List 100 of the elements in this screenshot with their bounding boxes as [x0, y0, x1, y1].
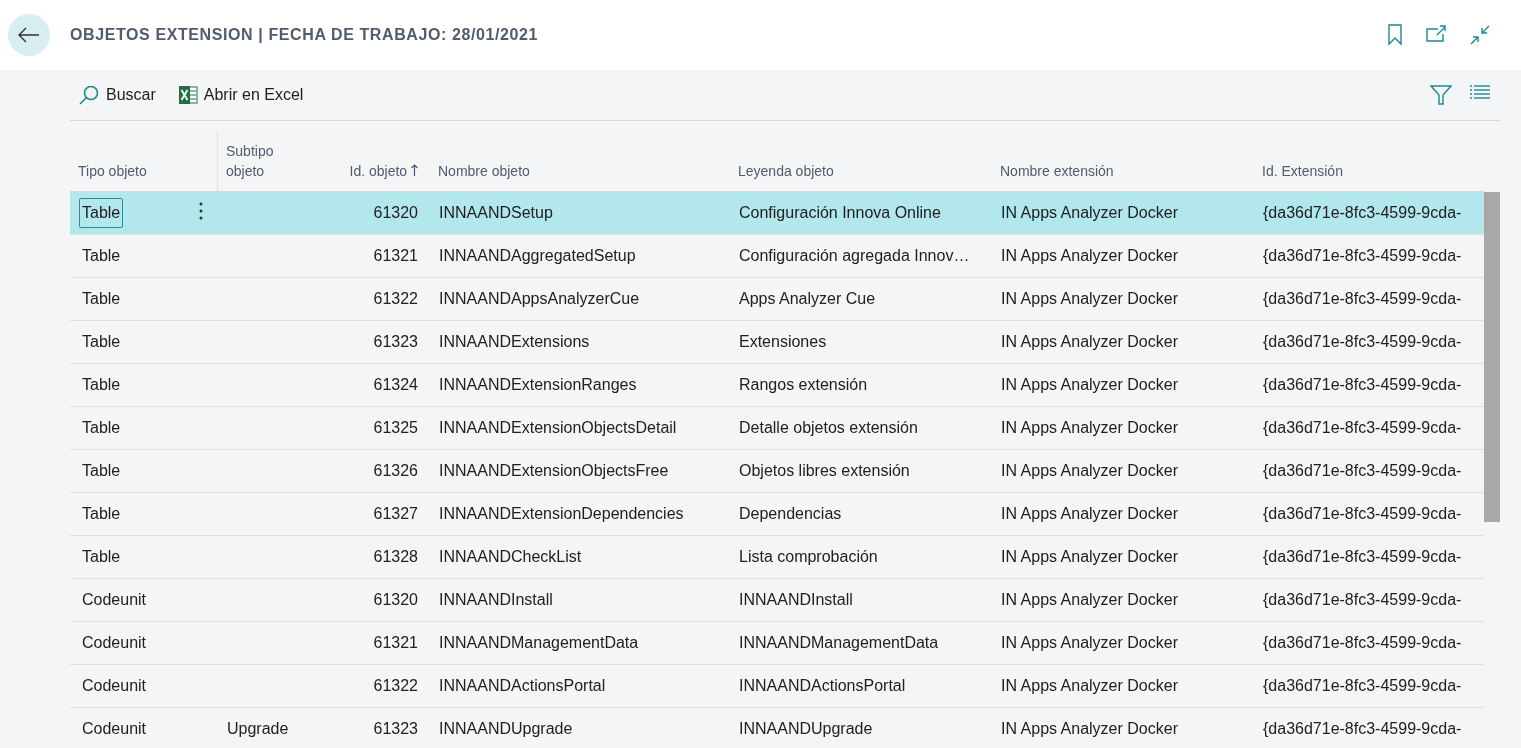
- table-cell-text: Codeunit: [81, 590, 148, 610]
- table-cell: Table: [79, 198, 124, 228]
- table-cell: IN Apps Analyzer Docker: [1001, 290, 1178, 307]
- table-cell: INNAANDInstall: [739, 591, 853, 608]
- table-cell: INNAANDManagementData: [439, 634, 639, 651]
- table-cell: 61328: [373, 548, 418, 565]
- table-cell: 61327: [373, 505, 418, 522]
- search-icon: [78, 84, 100, 106]
- table-cell-text: Table: [81, 504, 122, 524]
- table-row[interactable]: Table 61325 INNAANDExtensionObjectsDetail Detalle objetos extensión IN Apps Analyzer Docker {da36d71e-8fc3-4599-9cda-: [70, 407, 1484, 450]
- table-cell: Lista comprobación: [739, 548, 878, 565]
- table-cell: Upgrade: [227, 720, 289, 737]
- table-row[interactable]: Codeunit 61322 INNAANDActionsPortal INNAANDActionsPortal IN Apps Analyzer Docker {da36d71e-8fc3-4599-9cda-: [70, 665, 1484, 708]
- table-row[interactable]: Table 61320 INNAANDSetup Configuración Innova Online IN Apps Analyzer Docker {da36d71e-8fc3-4599-9cda-: [70, 192, 1484, 235]
- table-cell: {da36d71e-8fc3-4599-9cda-: [1263, 591, 1462, 608]
- table-cell: IN Apps Analyzer Docker: [1001, 419, 1178, 436]
- table-cell: INNAANDSetup: [439, 204, 553, 221]
- back-arrow-icon: [18, 27, 40, 43]
- table-cell: 61323: [373, 333, 418, 350]
- table-cell: 61326: [373, 462, 418, 479]
- table-cell: {da36d71e-8fc3-4599-9cda-: [1263, 677, 1462, 694]
- search-action[interactable]: Buscar: [70, 84, 164, 106]
- table-cell: INNAANDUpgrade: [739, 720, 873, 737]
- bookmark-icon[interactable]: [1387, 24, 1403, 46]
- excel-action[interactable]: Abrir en Excel: [169, 85, 312, 105]
- table-cell: 61320: [373, 591, 418, 608]
- table-cell-text: Table: [81, 547, 122, 567]
- table-cell-text: Table: [81, 289, 122, 309]
- table-cell-text: Table: [81, 332, 122, 352]
- table-row[interactable]: Table 61324 INNAANDExtensionRanges Rangos extensión IN Apps Analyzer Docker {da36d71e-8fc3-4599-9cda-: [70, 364, 1484, 407]
- table-cell: INNAANDExtensionObjectsDetail: [439, 419, 677, 436]
- table-cell: INNAANDExtensions: [439, 333, 590, 350]
- table-cell: Extensiones: [739, 333, 827, 350]
- table-cell: INNAANDActionsPortal: [439, 677, 606, 694]
- column-header[interactable]: Leyenda objeto: [738, 161, 834, 181]
- table-cell: IN Apps Analyzer Docker: [1001, 720, 1178, 737]
- column-header[interactable]: Subtipo objeto: [226, 141, 312, 181]
- table-row[interactable]: Table 61321 INNAANDAggregatedSetup Configuración agregada Innov… IN Apps Analyzer Docker {da36d71e-8fc3-4599-9cda-: [70, 235, 1484, 278]
- table-cell: Dependencias: [739, 505, 842, 522]
- table-cell-text: Codeunit: [81, 719, 148, 739]
- table-row[interactable]: Codeunit 61320 INNAANDInstall INNAANDInstall IN Apps Analyzer Docker {da36d71e-8fc3-4599-9cda-: [70, 579, 1484, 622]
- table-cell: {da36d71e-8fc3-4599-9cda-: [1263, 505, 1462, 522]
- table-cell: IN Apps Analyzer Docker: [1001, 204, 1178, 221]
- table-cell: {da36d71e-8fc3-4599-9cda-: [1263, 548, 1462, 565]
- table-cell-text: Table: [81, 461, 122, 481]
- table-cell: {da36d71e-8fc3-4599-9cda-: [1263, 290, 1462, 307]
- table-cell: IN Apps Analyzer Docker: [1001, 677, 1178, 694]
- table-row[interactable]: Table 61322 INNAANDAppsAnalyzerCue Apps Analyzer Cue IN Apps Analyzer Docker {da36d71e-8fc3-4599-9cda-: [70, 278, 1484, 321]
- table-row[interactable]: Table 61323 INNAANDExtensions Extensiones IN Apps Analyzer Docker {da36d71e-8fc3-4599-9cda-: [70, 321, 1484, 364]
- column-header[interactable]: Nombre objeto: [438, 161, 530, 181]
- column-header[interactable]: Id. objeto: [349, 161, 408, 181]
- table-cell: 61322: [373, 677, 418, 694]
- table-cell: INNAANDAggregatedSetup: [439, 247, 636, 264]
- sort-arrow-icon: [411, 164, 418, 176]
- window-title: OBJETOS EXTENSION | FECHA DE TRABAJO: 28/01/2021: [70, 26, 540, 44]
- back-button[interactable]: [8, 14, 50, 56]
- spreadsheet-icon: [177, 85, 198, 105]
- table-cell: {da36d71e-8fc3-4599-9cda-: [1263, 376, 1462, 393]
- table-cell: IN Apps Analyzer Docker: [1001, 376, 1178, 393]
- collapse-icon[interactable]: [1469, 24, 1491, 46]
- table-cell: Configuración Innova Online: [739, 204, 941, 221]
- table-cell: IN Apps Analyzer Docker: [1001, 634, 1178, 651]
- table-cell: {da36d71e-8fc3-4599-9cda-: [1263, 419, 1462, 436]
- table-cell: 61323: [373, 720, 418, 737]
- table-cell: IN Apps Analyzer Docker: [1001, 462, 1178, 479]
- table-cell: {da36d71e-8fc3-4599-9cda-: [1263, 204, 1462, 221]
- table-cell: {da36d71e-8fc3-4599-9cda-: [1263, 720, 1462, 737]
- table-cell: 61322: [373, 290, 418, 307]
- column-header[interactable]: Id. Extensión: [1262, 161, 1343, 181]
- filter-icon[interactable]: [1430, 84, 1452, 106]
- scrollbar-thumb[interactable]: [1484, 192, 1500, 522]
- table-row[interactable]: Codeunit 61321 INNAANDManagementData INNAANDManagementData IN Apps Analyzer Docker {da36d71e-8fc3-4599-9cda-: [70, 622, 1484, 665]
- table-cell: IN Apps Analyzer Docker: [1001, 548, 1178, 565]
- table-row[interactable]: Table 61326 INNAANDExtensionObjectsFree Objetos libres extensión IN Apps Analyzer Docker {da36d71e-8fc3-4599-9cda-: [70, 450, 1484, 493]
- table-cell: INNAANDCheckList: [439, 548, 582, 565]
- table-cell: Detalle objetos extensión: [739, 419, 918, 436]
- table-cell-text: Codeunit: [81, 676, 148, 696]
- table-cell-text: Codeunit: [81, 633, 148, 653]
- table-cell: IN Apps Analyzer Docker: [1001, 591, 1178, 608]
- table-cell: {da36d71e-8fc3-4599-9cda-: [1263, 462, 1462, 479]
- table-cell: Configuración agregada Innov…: [739, 247, 970, 264]
- table-cell: INNAANDExtensionRanges: [439, 376, 637, 393]
- table-cell: 61321: [373, 247, 418, 264]
- column-header[interactable]: Nombre extensión: [1000, 161, 1114, 181]
- table-cell-text: Table: [81, 246, 122, 266]
- table-cell: INNAANDExtensionObjectsFree: [439, 462, 669, 479]
- table-cell: INNAANDInstall: [439, 591, 553, 608]
- table-cell: INNAANDUpgrade: [439, 720, 573, 737]
- column-header[interactable]: Tipo objeto: [78, 161, 147, 181]
- table-cell: Objetos libres extensión: [739, 462, 910, 479]
- table-cell-text: Table: [81, 418, 122, 438]
- table-row[interactable]: Table 61328 INNAANDCheckList Lista comprobación IN Apps Analyzer Docker {da36d71e-8fc3-4599-9cda-: [70, 536, 1484, 579]
- table-cell: Apps Analyzer Cue: [739, 290, 876, 307]
- table-cell: 61324: [373, 376, 418, 393]
- table-cell: INNAANDActionsPortal: [739, 677, 906, 694]
- table-cell: IN Apps Analyzer Docker: [1001, 505, 1178, 522]
- table-cell: INNAANDAppsAnalyzerCue: [439, 290, 640, 307]
- table-row[interactable]: Table 61327 INNAANDExtensionDependencies Dependencias IN Apps Analyzer Docker {da36d71e-8fc3-4599-9cda-: [70, 493, 1484, 536]
- table-cell: {da36d71e-8fc3-4599-9cda-: [1263, 247, 1462, 264]
- table-cell: 61320: [373, 204, 418, 221]
